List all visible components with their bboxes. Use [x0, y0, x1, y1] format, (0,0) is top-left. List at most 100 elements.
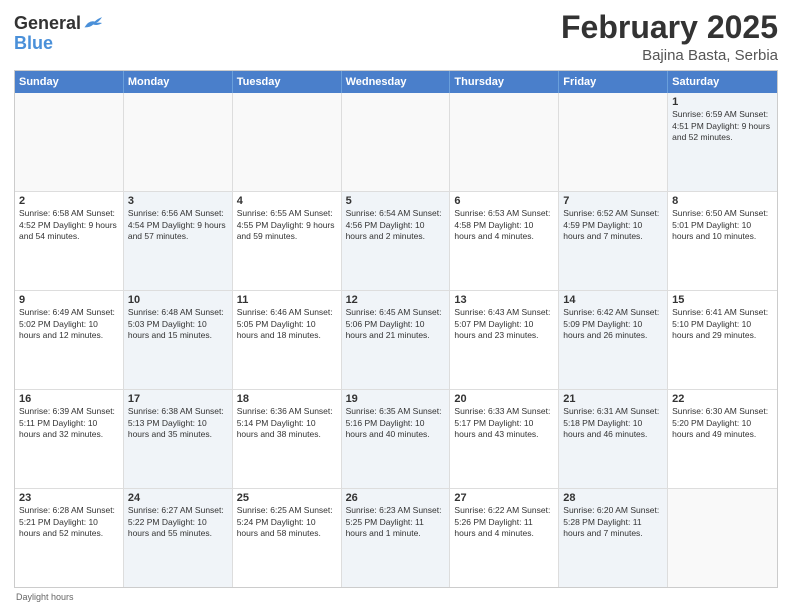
cal-row-4: 23Sunrise: 6:28 AM Sunset: 5:21 PM Dayli… — [15, 489, 777, 587]
cell-content-6: Sunrise: 6:53 AM Sunset: 4:58 PM Dayligh… — [454, 208, 554, 242]
day-number-13: 13 — [454, 294, 554, 306]
cell-content-2: Sunrise: 6:58 AM Sunset: 4:52 PM Dayligh… — [19, 208, 119, 242]
day-number-12: 12 — [346, 294, 446, 306]
cal-cell-0-5 — [559, 93, 668, 191]
cell-content-12: Sunrise: 6:45 AM Sunset: 5:06 PM Dayligh… — [346, 307, 446, 341]
day-number-8: 8 — [672, 195, 773, 207]
cell-content-15: Sunrise: 6:41 AM Sunset: 5:10 PM Dayligh… — [672, 307, 773, 341]
header: General Blue February 2025 Bajina Basta,… — [14, 10, 778, 64]
cal-cell-4-6 — [668, 489, 777, 587]
day-number-20: 20 — [454, 393, 554, 405]
cell-content-11: Sunrise: 6:46 AM Sunset: 5:05 PM Dayligh… — [237, 307, 337, 341]
day-number-26: 26 — [346, 492, 446, 504]
cell-content-8: Sunrise: 6:50 AM Sunset: 5:01 PM Dayligh… — [672, 208, 773, 242]
day-number-25: 25 — [237, 492, 337, 504]
cal-cell-1-1: 3Sunrise: 6:56 AM Sunset: 4:54 PM Daylig… — [124, 192, 233, 290]
cal-header-monday: Monday — [124, 71, 233, 93]
day-number-16: 16 — [19, 393, 119, 405]
day-number-11: 11 — [237, 294, 337, 306]
cal-cell-2-4: 13Sunrise: 6:43 AM Sunset: 5:07 PM Dayli… — [450, 291, 559, 389]
cal-cell-0-6: 1Sunrise: 6:59 AM Sunset: 4:51 PM Daylig… — [668, 93, 777, 191]
cell-content-10: Sunrise: 6:48 AM Sunset: 5:03 PM Dayligh… — [128, 307, 228, 341]
cal-header-wednesday: Wednesday — [342, 71, 451, 93]
cal-cell-4-5: 28Sunrise: 6:20 AM Sunset: 5:28 PM Dayli… — [559, 489, 668, 587]
day-number-23: 23 — [19, 492, 119, 504]
cell-content-17: Sunrise: 6:38 AM Sunset: 5:13 PM Dayligh… — [128, 406, 228, 440]
cal-cell-2-3: 12Sunrise: 6:45 AM Sunset: 5:06 PM Dayli… — [342, 291, 451, 389]
day-number-21: 21 — [563, 393, 663, 405]
cell-content-20: Sunrise: 6:33 AM Sunset: 5:17 PM Dayligh… — [454, 406, 554, 440]
cal-cell-1-6: 8Sunrise: 6:50 AM Sunset: 5:01 PM Daylig… — [668, 192, 777, 290]
logo-bird-icon — [83, 12, 105, 34]
cal-cell-2-0: 9Sunrise: 6:49 AM Sunset: 5:02 PM Daylig… — [15, 291, 124, 389]
day-number-10: 10 — [128, 294, 228, 306]
cal-cell-1-3: 5Sunrise: 6:54 AM Sunset: 4:56 PM Daylig… — [342, 192, 451, 290]
cell-content-24: Sunrise: 6:27 AM Sunset: 5:22 PM Dayligh… — [128, 505, 228, 539]
page-title: February 2025 — [561, 10, 778, 45]
logo: General Blue — [14, 14, 105, 54]
cal-cell-3-2: 18Sunrise: 6:36 AM Sunset: 5:14 PM Dayli… — [233, 390, 342, 488]
day-number-9: 9 — [19, 294, 119, 306]
day-number-2: 2 — [19, 195, 119, 207]
day-number-3: 3 — [128, 195, 228, 207]
calendar: SundayMondayTuesdayWednesdayThursdayFrid… — [14, 70, 778, 588]
logo-general-text: General — [14, 14, 81, 34]
cal-cell-0-4 — [450, 93, 559, 191]
cal-header-sunday: Sunday — [15, 71, 124, 93]
cal-cell-4-4: 27Sunrise: 6:22 AM Sunset: 5:26 PM Dayli… — [450, 489, 559, 587]
day-number-7: 7 — [563, 195, 663, 207]
calendar-body: 1Sunrise: 6:59 AM Sunset: 4:51 PM Daylig… — [15, 93, 777, 587]
cal-cell-3-6: 22Sunrise: 6:30 AM Sunset: 5:20 PM Dayli… — [668, 390, 777, 488]
day-number-14: 14 — [563, 294, 663, 306]
cell-content-1: Sunrise: 6:59 AM Sunset: 4:51 PM Dayligh… — [672, 109, 773, 143]
cell-content-3: Sunrise: 6:56 AM Sunset: 4:54 PM Dayligh… — [128, 208, 228, 242]
cell-content-21: Sunrise: 6:31 AM Sunset: 5:18 PM Dayligh… — [563, 406, 663, 440]
cal-cell-4-2: 25Sunrise: 6:25 AM Sunset: 5:24 PM Dayli… — [233, 489, 342, 587]
day-number-1: 1 — [672, 96, 773, 108]
cell-content-7: Sunrise: 6:52 AM Sunset: 4:59 PM Dayligh… — [563, 208, 663, 242]
cal-row-1: 2Sunrise: 6:58 AM Sunset: 4:52 PM Daylig… — [15, 192, 777, 291]
cal-cell-3-3: 19Sunrise: 6:35 AM Sunset: 5:16 PM Dayli… — [342, 390, 451, 488]
cal-cell-1-5: 7Sunrise: 6:52 AM Sunset: 4:59 PM Daylig… — [559, 192, 668, 290]
cal-header-thursday: Thursday — [450, 71, 559, 93]
cell-content-27: Sunrise: 6:22 AM Sunset: 5:26 PM Dayligh… — [454, 505, 554, 539]
cell-content-16: Sunrise: 6:39 AM Sunset: 5:11 PM Dayligh… — [19, 406, 119, 440]
cal-cell-2-6: 15Sunrise: 6:41 AM Sunset: 5:10 PM Dayli… — [668, 291, 777, 389]
cal-row-3: 16Sunrise: 6:39 AM Sunset: 5:11 PM Dayli… — [15, 390, 777, 489]
cal-cell-2-1: 10Sunrise: 6:48 AM Sunset: 5:03 PM Dayli… — [124, 291, 233, 389]
cell-content-19: Sunrise: 6:35 AM Sunset: 5:16 PM Dayligh… — [346, 406, 446, 440]
cal-cell-0-0 — [15, 93, 124, 191]
day-number-27: 27 — [454, 492, 554, 504]
cell-content-14: Sunrise: 6:42 AM Sunset: 5:09 PM Dayligh… — [563, 307, 663, 341]
day-number-18: 18 — [237, 393, 337, 405]
cal-cell-3-4: 20Sunrise: 6:33 AM Sunset: 5:17 PM Dayli… — [450, 390, 559, 488]
calendar-header-row: SundayMondayTuesdayWednesdayThursdayFrid… — [15, 71, 777, 93]
cal-cell-1-4: 6Sunrise: 6:53 AM Sunset: 4:58 PM Daylig… — [450, 192, 559, 290]
cell-content-23: Sunrise: 6:28 AM Sunset: 5:21 PM Dayligh… — [19, 505, 119, 539]
cal-cell-1-0: 2Sunrise: 6:58 AM Sunset: 4:52 PM Daylig… — [15, 192, 124, 290]
day-number-5: 5 — [346, 195, 446, 207]
cal-cell-0-2 — [233, 93, 342, 191]
cell-content-22: Sunrise: 6:30 AM Sunset: 5:20 PM Dayligh… — [672, 406, 773, 440]
page-subtitle: Bajina Basta, Serbia — [561, 47, 778, 64]
cal-cell-2-5: 14Sunrise: 6:42 AM Sunset: 5:09 PM Dayli… — [559, 291, 668, 389]
day-number-6: 6 — [454, 195, 554, 207]
day-number-4: 4 — [237, 195, 337, 207]
cell-content-18: Sunrise: 6:36 AM Sunset: 5:14 PM Dayligh… — [237, 406, 337, 440]
title-block: February 2025 Bajina Basta, Serbia — [561, 10, 778, 64]
cell-content-5: Sunrise: 6:54 AM Sunset: 4:56 PM Dayligh… — [346, 208, 446, 242]
cell-content-13: Sunrise: 6:43 AM Sunset: 5:07 PM Dayligh… — [454, 307, 554, 341]
cell-content-28: Sunrise: 6:20 AM Sunset: 5:28 PM Dayligh… — [563, 505, 663, 539]
cal-cell-0-1 — [124, 93, 233, 191]
footer-note: Daylight hours — [14, 592, 778, 602]
day-number-24: 24 — [128, 492, 228, 504]
cal-cell-3-1: 17Sunrise: 6:38 AM Sunset: 5:13 PM Dayli… — [124, 390, 233, 488]
cal-cell-4-0: 23Sunrise: 6:28 AM Sunset: 5:21 PM Dayli… — [15, 489, 124, 587]
cell-content-4: Sunrise: 6:55 AM Sunset: 4:55 PM Dayligh… — [237, 208, 337, 242]
logo-blue-text: Blue — [14, 34, 53, 54]
cal-cell-2-2: 11Sunrise: 6:46 AM Sunset: 5:05 PM Dayli… — [233, 291, 342, 389]
cal-cell-3-0: 16Sunrise: 6:39 AM Sunset: 5:11 PM Dayli… — [15, 390, 124, 488]
day-number-22: 22 — [672, 393, 773, 405]
cal-row-0: 1Sunrise: 6:59 AM Sunset: 4:51 PM Daylig… — [15, 93, 777, 192]
cal-cell-0-3 — [342, 93, 451, 191]
